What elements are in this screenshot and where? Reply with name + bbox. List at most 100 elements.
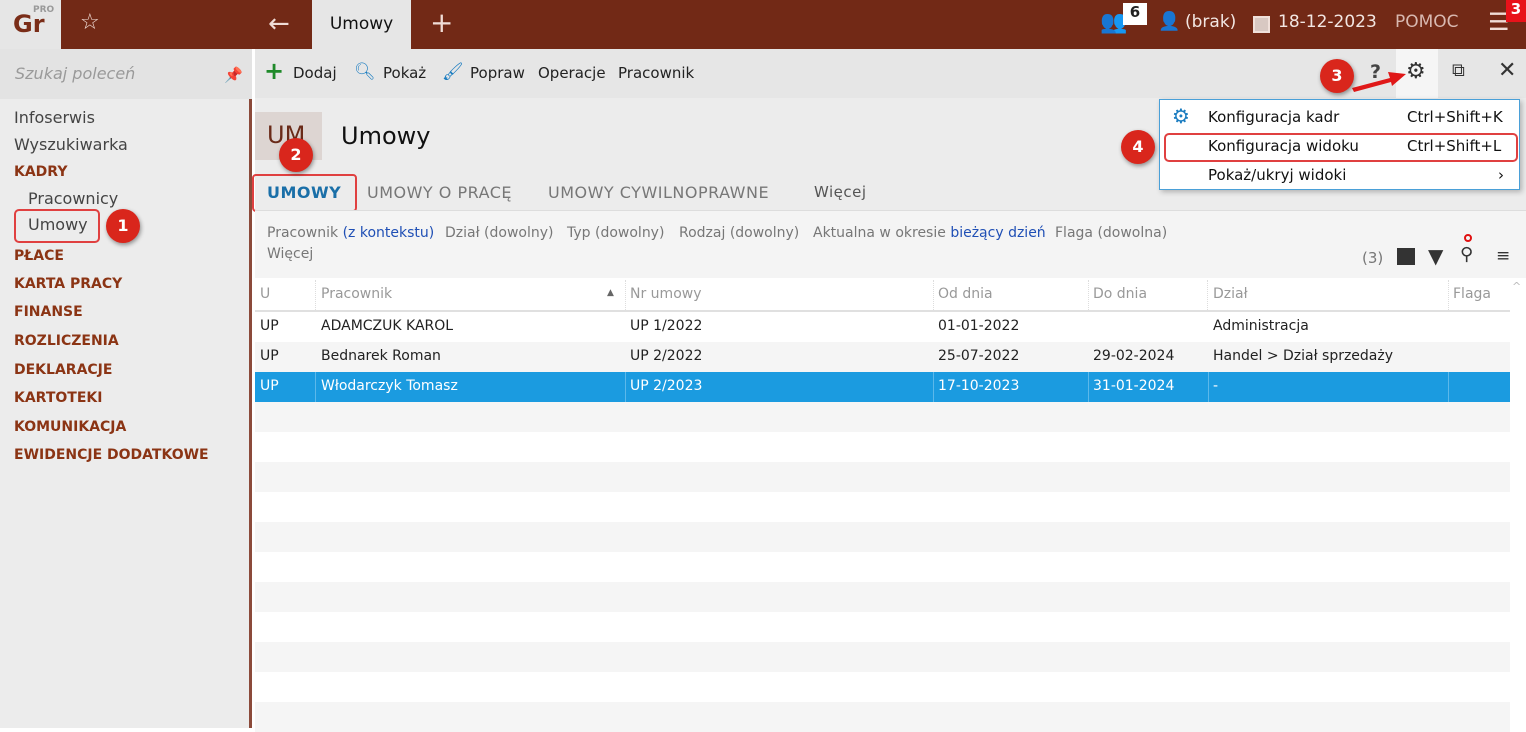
export-icon[interactable] bbox=[1397, 248, 1415, 265]
table-cell: 31-01-2024 bbox=[1093, 378, 1175, 394]
operations-button[interactable]: Operacje bbox=[538, 64, 606, 82]
cell-divider bbox=[1208, 372, 1209, 402]
table-cell: UP 2/2022 bbox=[630, 348, 703, 364]
filter-bar bbox=[255, 210, 1526, 278]
sidebar-item-rozliczenia[interactable]: ROZLICZENIA bbox=[14, 333, 119, 349]
filter-kind[interactable]: Rodzaj (dowolny) bbox=[679, 225, 799, 241]
column-header[interactable]: Nr umowy bbox=[630, 286, 702, 302]
table-cell: ADAMCZUK KAROL bbox=[321, 318, 454, 334]
sidebar-item-ewidencje-dodatkowe[interactable]: EWIDENCJE DODATKOWE bbox=[14, 447, 209, 463]
highlight-box bbox=[14, 209, 100, 243]
chevron-right-icon: › bbox=[1498, 166, 1504, 184]
highlight-box bbox=[252, 174, 357, 212]
table-row[interactable]: UP Bednarek Roman UP 2/2022 25-07-2022 29-02… bbox=[255, 342, 1510, 372]
show-button[interactable]: Pokaż bbox=[383, 64, 426, 82]
callout-1: 1 bbox=[106, 209, 140, 243]
menu-item-label[interactable]: Pokaż/ukryj widoki bbox=[1208, 166, 1346, 184]
sidebar-item-karta-pracy[interactable]: KARTA PRACY bbox=[14, 276, 122, 292]
app-logo[interactable]: Gr PRO bbox=[0, 0, 61, 49]
column-header[interactable]: Do dnia bbox=[1093, 286, 1147, 302]
sort-asc-icon[interactable]: ▲ bbox=[607, 288, 614, 298]
new-tab-icon[interactable]: + bbox=[430, 6, 453, 39]
sidebar-item-płace[interactable]: PŁACE bbox=[14, 248, 64, 264]
columns-menu-icon[interactable]: ≡ bbox=[1496, 246, 1510, 266]
command-search-input[interactable]: Szukaj poleceń bbox=[0, 49, 252, 99]
cell-divider bbox=[625, 372, 626, 402]
table-row[interactable]: UP ADAMCZUK KAROL UP 1/2022 01-01-2022 Admin… bbox=[255, 312, 1510, 342]
filter-label: Aktualna w okresie bbox=[813, 225, 946, 241]
filter-period[interactable]: Aktualna w okresie bieżący dzień bbox=[813, 225, 1046, 241]
column-divider[interactable] bbox=[625, 280, 626, 310]
user-label[interactable]: (brak) bbox=[1185, 12, 1236, 32]
column-divider[interactable] bbox=[315, 280, 316, 310]
column-header[interactable]: Flaga bbox=[1453, 286, 1491, 302]
edit-button[interactable]: Popraw bbox=[470, 64, 525, 82]
column-header[interactable]: Dział bbox=[1213, 286, 1248, 302]
sidebar-item-kadry[interactable]: KADRY bbox=[14, 164, 67, 180]
column-header[interactable]: U bbox=[260, 286, 270, 302]
filter-value[interactable]: bieżący dzień bbox=[950, 225, 1045, 241]
menu-item-label[interactable]: Konfiguracja kadr bbox=[1208, 108, 1339, 126]
column-divider[interactable] bbox=[1088, 280, 1089, 310]
column-divider[interactable] bbox=[933, 280, 934, 310]
scrollbar[interactable]: ^ bbox=[1510, 278, 1526, 728]
empty-row bbox=[255, 522, 1510, 552]
filter-more[interactable]: Więcej bbox=[267, 246, 313, 262]
tab-3[interactable]: Więcej bbox=[814, 183, 867, 201]
filter-dept[interactable]: Dział (dowolny) bbox=[445, 225, 553, 241]
employee-button[interactable]: Pracownik bbox=[618, 64, 694, 82]
table-cell: Handel > Dział sprzedaży bbox=[1213, 348, 1394, 364]
add-button[interactable]: Dodaj bbox=[293, 64, 337, 82]
pin-icon[interactable]: 📌 bbox=[224, 66, 243, 84]
table-cell: Włodarczyk Tomasz bbox=[321, 378, 458, 394]
sidebar-item-wyszukiwarka[interactable]: Wyszukiwarka bbox=[14, 135, 128, 154]
filter-employee[interactable]: Pracownik (z kontekstu) bbox=[267, 225, 434, 241]
table-cell: - bbox=[1213, 378, 1219, 394]
filter-icon[interactable]: ▼ bbox=[1428, 244, 1443, 268]
table-cell: UP 2/2023 bbox=[630, 378, 703, 394]
column-header[interactable]: Od dnia bbox=[938, 286, 993, 302]
filter-value[interactable]: (z kontekstu) bbox=[343, 225, 435, 241]
table-row[interactable]: UP Włodarczyk Tomasz UP 2/2023 17-10-2023 31… bbox=[255, 372, 1510, 402]
column-header[interactable]: Pracownik bbox=[321, 286, 392, 302]
user-icon[interactable]: 👤 bbox=[1158, 11, 1180, 32]
tab-2[interactable]: UMOWY CYWILNOPRAWNE bbox=[548, 183, 769, 202]
sidebar-item-deklaracje[interactable]: DEKLARACJE bbox=[14, 362, 112, 378]
filter-label: Pracownik bbox=[267, 225, 339, 241]
settings-dropdown-menu: ⚙ Konfiguracja kadr Ctrl+Shift+K Konfigura… bbox=[1159, 99, 1520, 190]
window-tab-umowy[interactable]: Umowy bbox=[312, 0, 411, 49]
empty-row bbox=[255, 432, 1510, 462]
sidebar-item-kartoteki[interactable]: KARTOTEKI bbox=[14, 390, 102, 406]
highlight-box bbox=[1164, 133, 1518, 162]
close-icon[interactable]: ✕ bbox=[1498, 58, 1516, 83]
empty-row bbox=[255, 672, 1510, 702]
filter-type[interactable]: Typ (dowolny) bbox=[567, 225, 664, 241]
scroll-up-icon[interactable]: ^ bbox=[1512, 280, 1521, 293]
callout-3: 3 bbox=[1320, 59, 1354, 93]
search-icon[interactable]: ⚲ bbox=[1460, 244, 1473, 265]
active-indicator bbox=[1464, 234, 1472, 242]
sidebar-item-pracownicy[interactable]: Pracownicy bbox=[28, 189, 118, 208]
restore-window-icon[interactable]: ⧉ bbox=[1452, 60, 1465, 81]
cell-divider bbox=[933, 372, 934, 402]
sidebar-item-finanse[interactable]: FINANSE bbox=[14, 304, 83, 320]
star-icon[interactable]: ☆ bbox=[80, 10, 100, 35]
help-link[interactable]: POMOC bbox=[1395, 12, 1459, 32]
column-divider[interactable] bbox=[1207, 280, 1208, 310]
notification-count: 6 bbox=[1123, 3, 1147, 25]
cell-divider bbox=[1088, 372, 1089, 402]
date-label[interactable]: 18-12-2023 bbox=[1278, 12, 1377, 32]
table-cell: Bednarek Roman bbox=[321, 348, 441, 364]
sidebar-item-infoserwis[interactable]: Infoserwis bbox=[14, 108, 95, 127]
table-cell: 25-07-2022 bbox=[938, 348, 1020, 364]
menu-badge: 3 bbox=[1506, 0, 1526, 22]
empty-row bbox=[255, 642, 1510, 672]
plus-icon: + bbox=[264, 57, 285, 85]
callout-4: 4 bbox=[1121, 130, 1155, 164]
tab-1[interactable]: UMOWY O PRACĘ bbox=[367, 183, 512, 202]
back-arrow-icon[interactable]: ← bbox=[268, 9, 290, 39]
filter-flag[interactable]: Flaga (dowolna) bbox=[1055, 225, 1167, 241]
column-divider[interactable] bbox=[1448, 280, 1449, 310]
calendar-icon[interactable] bbox=[1253, 16, 1270, 33]
sidebar-item-komunikacja[interactable]: KOMUNIKACJA bbox=[14, 419, 126, 435]
